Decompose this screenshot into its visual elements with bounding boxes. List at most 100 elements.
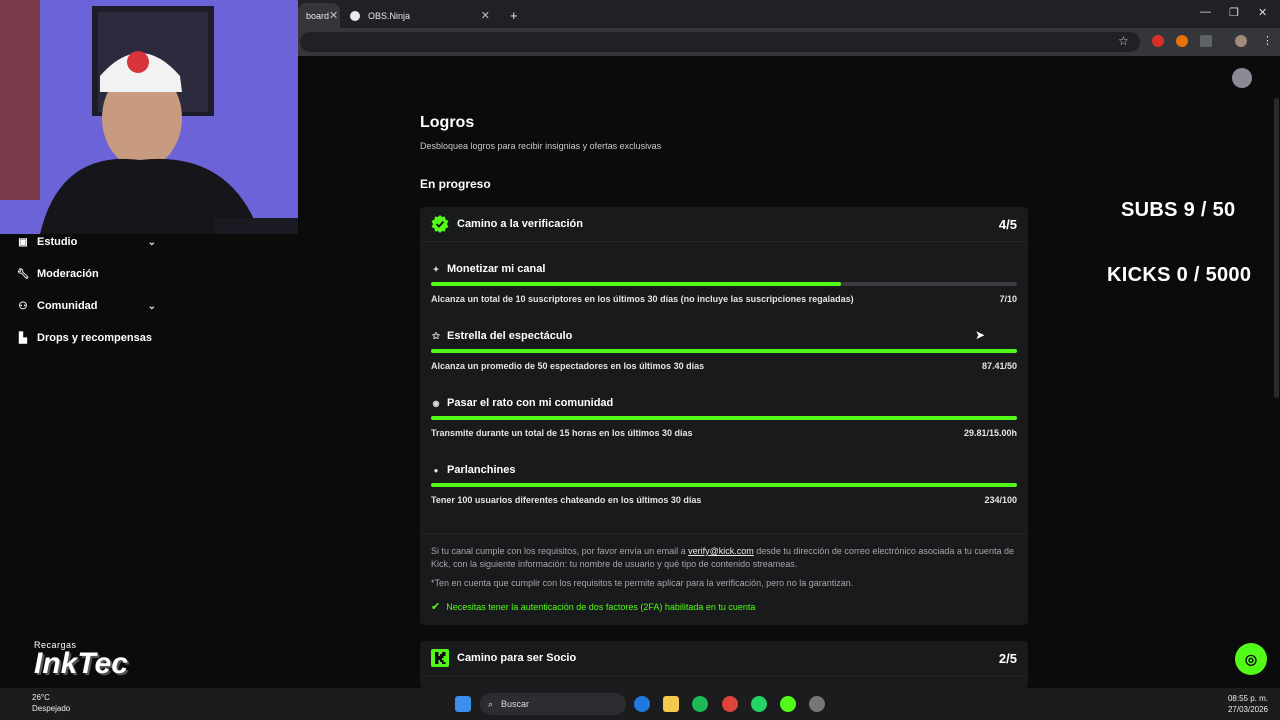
community-icon: ⚇ xyxy=(18,300,28,312)
page-subtitle: Desbloquea logros para recibir insignias… xyxy=(420,141,662,151)
subs-counter: SUBS 9 / 50 xyxy=(1121,199,1236,221)
clock-time: 08:55 p. m. xyxy=(1227,694,1268,703)
requirement-2fa: ✔ Necesitas tener la autenticación de do… xyxy=(431,600,755,613)
chat-icon: ● xyxy=(433,465,439,475)
achievement-value: 7/10 xyxy=(999,294,1017,304)
achievement-description: Transmite durante un total de 15 horas e… xyxy=(431,428,693,438)
profile-icon[interactable] xyxy=(1235,35,1247,47)
achievement-card-partner: Camino para ser Socio 2/5 xyxy=(420,641,1028,688)
obs-icon[interactable] xyxy=(809,696,825,712)
app-icon[interactable] xyxy=(780,696,796,712)
chevron-down-icon: ⌄ xyxy=(147,236,156,248)
achievement-description: Alcanza un promedio de 50 espectadores e… xyxy=(431,361,705,371)
sidebar-item-estudio[interactable]: ▣ Estudio ⌄ xyxy=(16,234,156,250)
card-progress-count: 4/5 xyxy=(998,216,1017,232)
sidebar-item-label: Estudio xyxy=(37,236,78,248)
progress-bar xyxy=(431,416,1017,420)
windows-start-icon[interactable] xyxy=(455,696,471,712)
requirement-text: Necesitas tener la autenticación de dos … xyxy=(446,601,756,612)
progress-fill xyxy=(431,483,1017,487)
headset-icon: ◎ xyxy=(1244,650,1258,667)
address-bar[interactable] xyxy=(300,32,1140,52)
card-header[interactable]: Camino para ser Socio 2/5 xyxy=(420,641,1028,676)
taskbar-search[interactable]: ⌕ Buscar xyxy=(480,693,626,715)
weather-temp: 26°C xyxy=(32,693,50,702)
progress-bar xyxy=(431,483,1017,487)
extension-icon[interactable] xyxy=(1176,35,1188,47)
chrome-icon[interactable] xyxy=(722,696,738,712)
close-tab-icon[interactable]: ✕ xyxy=(481,9,490,22)
inktec-logo: Recargas InkTec xyxy=(34,640,128,680)
star-people-icon: ⚝ xyxy=(432,331,440,340)
achievement-card-verification: Camino a la verificación 4/5 ✦ Monetizar … xyxy=(420,207,1028,625)
achievement-value: 29.81/15.00h xyxy=(963,428,1017,438)
page-title: Logros xyxy=(420,114,475,131)
tab-dashboard[interactable]: board ✕ xyxy=(298,3,340,28)
progress-fill xyxy=(431,282,842,286)
close-tab-icon[interactable]: ✕ xyxy=(329,9,338,22)
achievement-value: 234/100 xyxy=(984,495,1017,505)
chevron-down-icon: ⌄ xyxy=(147,300,156,312)
sidebar-item-label: Moderación xyxy=(37,268,99,280)
achievement-item: ⚝ Estrella del espectáculo Alcanza un pro… xyxy=(431,330,1017,371)
sidebar-item-drops[interactable]: ▙ Drops y recompensas xyxy=(16,330,156,346)
achievement-item: ◉ Pasar el rato con mi comunidad Transmit… xyxy=(431,397,1017,438)
kick-logo-icon xyxy=(431,649,449,667)
clock-date: 27/03/2026 xyxy=(1227,705,1268,714)
menu-kebab-icon[interactable]: ⋮ xyxy=(1262,34,1273,47)
verified-badge-icon xyxy=(431,215,449,233)
note-text: Si tu canal cumple con los requisitos, p… xyxy=(431,546,689,556)
drops-icon: ▙ xyxy=(19,332,27,344)
globe-icon xyxy=(350,10,360,21)
spotify-icon[interactable] xyxy=(692,696,708,712)
scrollbar[interactable] xyxy=(1274,98,1279,398)
minimize-icon[interactable]: — xyxy=(1200,6,1211,18)
logo-big-text: InkTec xyxy=(34,647,128,680)
support-button[interactable]: ◎ xyxy=(1235,643,1267,675)
achievement-item: ● Parlanchines Tener 100 usuarios diferen… xyxy=(431,464,1017,505)
sidebar-item-label: Comunidad xyxy=(37,300,98,312)
avatar[interactable] xyxy=(1232,68,1252,88)
achievement-name: Pasar el rato con mi comunidad xyxy=(447,397,614,409)
progress-fill xyxy=(431,416,1017,420)
sparkle-icon: ✦ xyxy=(432,264,440,274)
kicks-counter: KICKS 0 / 5000 xyxy=(1107,264,1252,286)
verify-email-link[interactable]: verify@kick.com xyxy=(688,546,754,556)
extension-icon[interactable] xyxy=(1152,35,1164,47)
sidebar-item-moderacion[interactable]: 🔧︎ Moderación xyxy=(16,266,156,282)
verification-disclaimer: *Ten en cuenta que cumplir con los requi… xyxy=(431,578,854,588)
tab-obs-ninja[interactable]: OBS.Ninja ✕ xyxy=(342,3,498,28)
sidebar-item-label: Drops y recompensas xyxy=(37,332,152,344)
achievement-description: Tener 100 usuarios diferentes chateando … xyxy=(431,495,702,505)
achievement-value: 87.41/50 xyxy=(981,361,1017,371)
close-window-icon[interactable]: ✕ xyxy=(1258,6,1267,19)
webcam-feed-icon xyxy=(0,0,298,234)
card-title: Camino para ser Socio xyxy=(457,652,577,664)
achievement-item: ✦ Monetizar mi canal Alcanza un total de … xyxy=(431,263,1017,304)
tab-label: board xyxy=(306,10,330,21)
progress-bar xyxy=(431,282,1017,286)
file-explorer-icon[interactable] xyxy=(663,696,679,712)
system-clock[interactable]: 08:55 p. m. 27/03/2026 xyxy=(1228,693,1268,715)
extensions-puzzle-icon[interactable] xyxy=(1200,35,1212,47)
whatsapp-icon[interactable] xyxy=(751,696,767,712)
card-header[interactable]: Camino a la verificación 4/5 xyxy=(420,207,1028,242)
maximize-icon[interactable]: ❐ xyxy=(1229,6,1239,19)
broadcast-icon: ◉ xyxy=(432,398,440,408)
windows-taskbar: 26°C Despejado ⌕ Buscar 08:55 p. m. 27/0… xyxy=(0,688,1280,720)
studio-icon: ▣ xyxy=(18,236,28,248)
new-tab-button[interactable]: + xyxy=(502,3,522,28)
bookmark-star-icon[interactable]: ☆ xyxy=(1118,34,1129,48)
webcam-overlay xyxy=(0,0,298,234)
tab-label: OBS.Ninja xyxy=(368,10,411,21)
search-icon: ⌕ xyxy=(488,698,494,709)
weather-desc: Despejado xyxy=(32,704,71,713)
achievement-name: Monetizar mi canal xyxy=(447,263,546,275)
divider xyxy=(420,533,1028,534)
edge-icon[interactable] xyxy=(634,696,650,712)
wrench-icon: 🔧︎ xyxy=(16,268,30,280)
weather-widget[interactable]: 26°C Despejado xyxy=(14,692,70,714)
check-icon: ✔ xyxy=(431,601,441,613)
sidebar-item-comunidad[interactable]: ⚇ Comunidad ⌄ xyxy=(16,298,156,314)
achievement-name: Estrella del espectáculo xyxy=(447,330,573,342)
